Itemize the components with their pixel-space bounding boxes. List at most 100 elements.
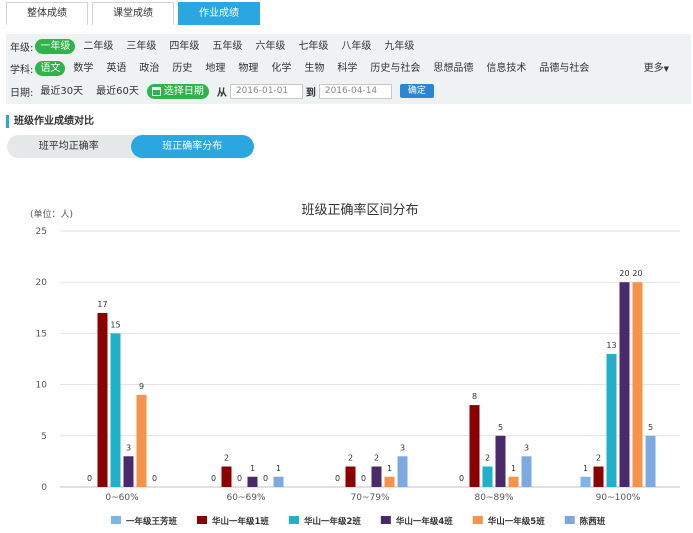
subject-option-english[interactable]: 英语 [101, 61, 131, 76]
bar-value-label: 5 [498, 423, 503, 432]
subject-option-chinese[interactable]: 语文 [35, 60, 66, 76]
bar [345, 466, 356, 487]
bar [645, 435, 656, 487]
subject-option-morality[interactable]: 思想品德 [428, 61, 478, 76]
bar [247, 476, 258, 487]
subject-option-it[interactable]: 信息技术 [481, 61, 531, 76]
bar-value-label: 9 [139, 382, 144, 391]
bar [136, 394, 147, 487]
score-tabs: 整体成绩 课堂成绩 作业成绩 [6, 2, 264, 25]
subject-option-politics[interactable]: 政治 [134, 61, 164, 76]
filter-panel: 年级: 一年级 二年级 三年级 四年级 五年级 六年级 七年级 八年级 九年级 … [6, 34, 691, 104]
bar [273, 476, 284, 487]
choose-date-button[interactable]: 选择日期 [146, 83, 209, 99]
bar-value-label: 0 [237, 474, 242, 483]
date-filter-row: 日期: 最近30天 最近60天 选择日期 从 到 确定 [10, 82, 434, 100]
bar [619, 282, 630, 487]
legend-swatch [380, 516, 391, 524]
x-tick-label: 70~79% [351, 493, 390, 503]
toggle-class-average-accuracy[interactable]: 班平均正确率 [7, 135, 131, 158]
y-tick-label: 10 [36, 381, 48, 391]
toggle-class-accuracy-distribution[interactable]: 班正确率分布 [130, 135, 254, 158]
to-label: 到 [305, 87, 316, 99]
subject-option-chemistry[interactable]: 化学 [266, 61, 296, 76]
grade-filter-row: 年级: 一年级 二年级 三年级 四年级 五年级 六年级 七年级 八年级 九年级 [10, 37, 422, 55]
bar [110, 333, 121, 487]
bar-value-label: 0 [211, 474, 216, 483]
bar [397, 456, 408, 487]
bar-value-label: 0 [152, 474, 157, 483]
bar-value-label: 13 [606, 341, 616, 350]
bar [593, 466, 604, 487]
bar-value-label: 8 [472, 392, 477, 401]
more-subjects-button[interactable]: 更多▼ [644, 59, 669, 74]
bar [495, 435, 506, 487]
bar-value-label: 2 [374, 454, 379, 463]
legend-swatch [288, 516, 299, 524]
recent-30-days-option[interactable]: 最近30天 [35, 84, 88, 99]
grade-option-3[interactable]: 三年级 [121, 39, 161, 54]
tab-overall-score[interactable]: 整体成绩 [6, 2, 88, 25]
bar-value-label: 0 [335, 474, 340, 483]
bar [508, 476, 519, 487]
x-tick-label: 80~89% [475, 493, 514, 503]
bar-value-label: 1 [583, 464, 588, 473]
grade-option-7[interactable]: 七年级 [293, 39, 333, 54]
from-label: 从 [216, 87, 227, 99]
tab-homework-score[interactable]: 作业成绩 [178, 2, 260, 25]
confirm-button[interactable]: 确定 [399, 84, 434, 98]
bar-value-label: 2 [596, 454, 601, 463]
bar-value-label: 1 [250, 464, 255, 473]
tab-classroom-score[interactable]: 课堂成绩 [92, 2, 174, 25]
bar [521, 456, 532, 487]
legend-swatch [111, 516, 121, 524]
grade-option-1[interactable]: 一年级 [35, 38, 76, 54]
bar-value-label: 0 [361, 474, 366, 483]
legend-swatch [472, 516, 483, 524]
grade-option-6[interactable]: 六年级 [250, 39, 290, 54]
grade-option-2[interactable]: 二年级 [78, 39, 118, 54]
caret-down-icon: ▼ [663, 65, 669, 73]
bar-value-label: 15 [110, 320, 120, 329]
subject-option-physics[interactable]: 物理 [233, 61, 263, 76]
legend-swatch [564, 516, 575, 524]
bar-value-label: 3 [400, 443, 405, 452]
subject-option-science[interactable]: 科学 [332, 61, 362, 76]
grade-option-8[interactable]: 八年级 [336, 39, 376, 54]
bar-value-label: 5 [648, 423, 653, 432]
end-date-input[interactable] [318, 83, 392, 99]
subject-option-morality-society[interactable]: 品德与社会 [534, 61, 594, 76]
bar [97, 312, 108, 487]
bar-value-label: 20 [619, 269, 629, 278]
bar-value-label: 1 [511, 464, 516, 473]
bar-value-label: 2 [224, 454, 229, 463]
chart-mode-toggle: 班平均正确率 班正确率分布 [7, 135, 254, 158]
subject-option-geography[interactable]: 地理 [200, 61, 230, 76]
subject-option-history-society[interactable]: 历史与社会 [365, 61, 425, 76]
x-tick-label: 60~69% [227, 493, 266, 503]
subject-filter-row: 学科: 语文 数学 英语 政治 历史 地理 物理 化学 生物 科学 历史与社会 … [10, 59, 597, 77]
y-tick-label: 20 [36, 278, 48, 288]
recent-60-days-option[interactable]: 最近60天 [91, 84, 144, 99]
legend-swatch [197, 516, 208, 524]
more-label: 更多 [643, 63, 664, 74]
date-label: 日期: [10, 87, 34, 99]
bar [632, 282, 643, 487]
bar-value-label: 17 [97, 300, 107, 309]
legend-entry: 一年级王芳班 [126, 516, 178, 527]
grade-option-5[interactable]: 五年级 [207, 39, 247, 54]
grade-option-4[interactable]: 四年级 [164, 39, 204, 54]
subject-option-math[interactable]: 数学 [68, 61, 98, 76]
bar [606, 353, 617, 487]
bar [123, 456, 134, 487]
start-date-input[interactable] [229, 83, 303, 99]
bar [580, 476, 591, 487]
subject-option-biology[interactable]: 生物 [299, 61, 329, 76]
y-tick-label: 5 [41, 432, 47, 442]
subject-option-history[interactable]: 历史 [167, 61, 197, 76]
grade-option-9[interactable]: 九年级 [379, 39, 419, 54]
bar-value-label: 0 [87, 474, 92, 483]
y-tick-label: 25 [36, 227, 47, 237]
legend-entry: 华山一年级2班 [304, 516, 361, 527]
bar-value-label: 2 [348, 454, 353, 463]
